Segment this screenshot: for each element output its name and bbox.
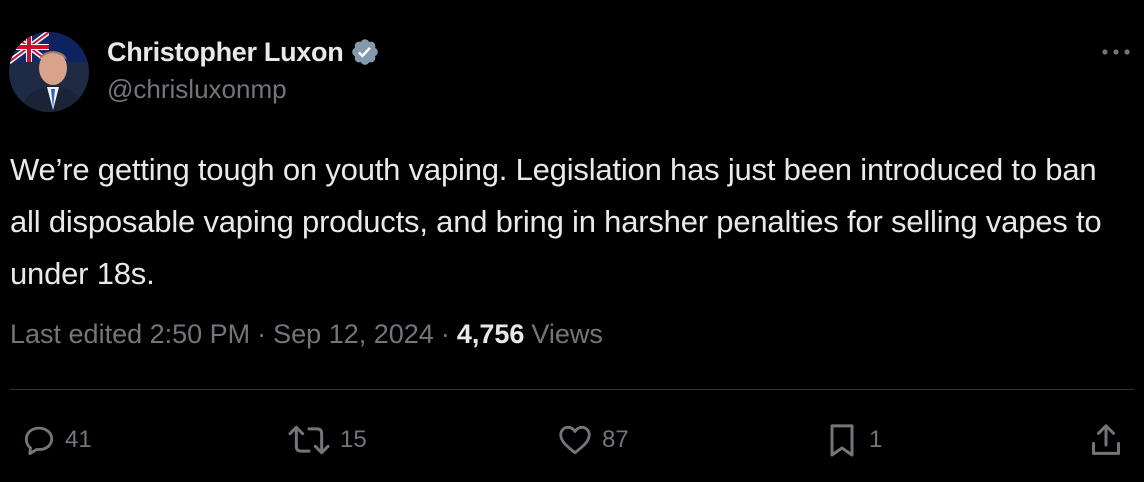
- avatar[interactable]: [9, 32, 89, 112]
- views-count: 4,756: [456, 319, 525, 349]
- edited-timestamp[interactable]: Last edited 2:50 PM: [10, 319, 250, 350]
- tweet: Christopher Luxon @chrisluxonmp We’re ge…: [0, 0, 1144, 482]
- author-handle[interactable]: @chrisluxonmp: [107, 74, 287, 105]
- author-name[interactable]: Christopher Luxon: [107, 37, 344, 68]
- bookmark-button[interactable]: 1: [822, 420, 882, 460]
- meta-separator: ·: [257, 319, 267, 349]
- repost-count: 15: [340, 426, 367, 453]
- bookmark-count: 1: [869, 426, 883, 453]
- reply-icon: [20, 421, 58, 459]
- bookmark-icon: [822, 420, 862, 460]
- like-button[interactable]: 87: [555, 420, 629, 460]
- repost-button[interactable]: 15: [285, 420, 367, 460]
- views-label: Views: [531, 319, 603, 349]
- share-icon: [1086, 420, 1126, 460]
- more-horizontal-icon[interactable]: [1098, 40, 1134, 64]
- tweet-meta: Last edited 2:50 PM · Sep 12, 2024 · 4,7…: [10, 319, 603, 350]
- meta-separator: ·: [440, 319, 450, 349]
- reply-button[interactable]: 41: [20, 420, 92, 460]
- like-count: 87: [602, 426, 629, 453]
- tweet-text: We’re getting tough on youth vaping. Leg…: [10, 152, 1102, 291]
- heart-icon: [555, 421, 595, 459]
- reply-count: 41: [65, 426, 92, 453]
- repost-icon: [285, 421, 333, 459]
- divider: [10, 389, 1134, 390]
- tweet-date[interactable]: Sep 12, 2024: [273, 319, 434, 350]
- share-button[interactable]: [1086, 420, 1126, 460]
- author-name-row: Christopher Luxon: [107, 34, 380, 70]
- verified-badge-icon: [350, 37, 380, 67]
